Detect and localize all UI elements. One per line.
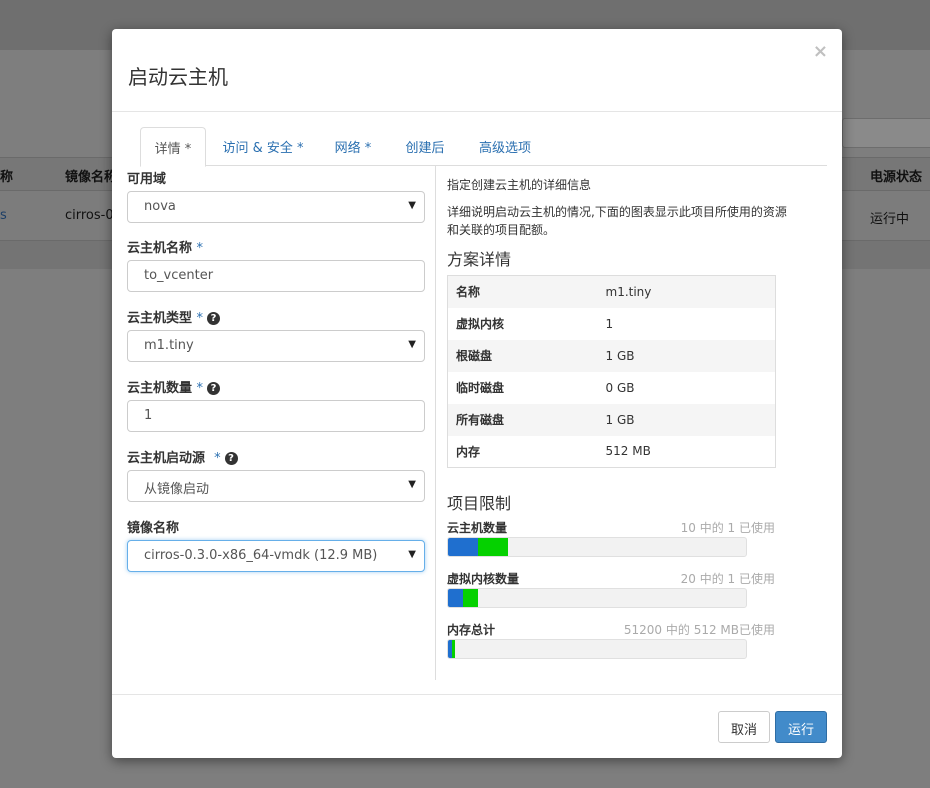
required-marker: *: [196, 311, 204, 326]
chevron-down-icon: ▼: [408, 549, 416, 560]
project-limits-title: 项目限制: [447, 494, 512, 513]
background-col-image: 镜像名称: [65, 170, 118, 185]
image-name-select[interactable]: cirros-0.3.0-x86_64-vmdk (12.9 MB) ▼: [127, 540, 425, 572]
quota-bar: [447, 588, 747, 608]
flavor-value: 1 GB: [605, 348, 635, 363]
required-marker: *: [196, 381, 204, 396]
flavor-value: 0 GB: [605, 380, 635, 395]
modal-header: 启动云主机 ×: [112, 29, 842, 112]
flavor-key: 根磁盘: [456, 349, 493, 363]
modal-footer: 取消 运行: [112, 694, 842, 758]
close-icon[interactable]: ×: [813, 41, 828, 62]
quota-added-fill: [463, 589, 478, 607]
background-cell-name: s: [0, 208, 7, 223]
quota-bar: [447, 639, 747, 659]
chevron-down-icon: ▼: [408, 479, 416, 490]
availability-zone-select[interactable]: nova ▼: [127, 191, 425, 223]
flavor-select[interactable]: m1.tiny ▼: [127, 330, 425, 362]
question-icon[interactable]: ?: [207, 382, 221, 395]
question-icon[interactable]: ?: [224, 452, 238, 465]
tab-access-security[interactable]: 访问 & 安全 *: [220, 127, 306, 167]
required-marker: *: [196, 241, 204, 256]
quota-usage: 20 中的 1 已使用: [680, 572, 775, 586]
boot-source-label: 云主机启动源 *?: [127, 447, 238, 466]
table-row: 名称 m1.tiny: [447, 275, 776, 308]
tab-details[interactable]: 详情 *: [140, 127, 206, 167]
launch-instance-modal: 启动云主机 × 详情 * 访问 & 安全 * 网络 * 创建后 高级选项 可用域…: [112, 29, 842, 758]
details-heading: 指定创建云主机的详细信息: [447, 178, 592, 192]
tab-post-creation[interactable]: 创建后: [402, 127, 448, 167]
tab-advanced-options[interactable]: 高级选项: [476, 127, 534, 167]
table-row: 所有磁盘 1 GB: [447, 403, 776, 436]
quota-added-fill: [452, 640, 455, 658]
image-name-label: 镜像名称: [127, 521, 180, 536]
instance-name-value: to_vcenter: [144, 268, 214, 283]
quota-label: 云主机数量: [447, 521, 508, 535]
table-row: 根磁盘 1 GB: [447, 339, 776, 372]
background-filter-input: [842, 118, 930, 148]
availability-zone-value: nova: [144, 199, 176, 214]
background-cell-power: 运行中: [870, 212, 910, 227]
details-description: 详细说明启动云主机的情况,下面的图表显示此项目所使用的资源和关联的项目配额。: [447, 205, 787, 237]
flavor-value: 1 GB: [605, 412, 635, 427]
quota-usage: 10 中的 1 已使用: [680, 521, 775, 535]
table-row: 内存 512 MB: [448, 436, 776, 468]
tab-networking[interactable]: 网络 *: [330, 127, 376, 167]
flavor-key: 名称: [456, 285, 481, 300]
flavor-key: 内存: [456, 444, 481, 459]
flavor-value: 512 MB: [605, 444, 651, 459]
quota-usage: 51200 中的 512 MB已使用: [623, 623, 775, 637]
column-divider: [435, 166, 436, 680]
flavor-value: m1.tiny: [605, 284, 652, 299]
boot-source-select[interactable]: 从镜像启动 ▼: [127, 470, 425, 502]
chevron-down-icon: ▼: [408, 200, 416, 211]
required-marker: *: [214, 451, 221, 466]
background-cell-image: cirros-0.: [65, 208, 118, 223]
cancel-button[interactable]: 取消: [718, 711, 770, 743]
tab-bar: 详情 * 访问 & 安全 * 网络 * 创建后 高级选项: [140, 127, 827, 167]
flavor-details-title: 方案详情: [447, 250, 512, 269]
flavor-key: 临时磁盘: [456, 381, 505, 395]
instance-count-label: 云主机数量 *?: [127, 377, 221, 396]
instance-name-input[interactable]: to_vcenter: [127, 260, 425, 292]
flavor-details-table: 名称 m1.tiny 虚拟内核 1 根磁盘 1 GB 临时磁盘 0 GB 所有磁盘 1 G…: [447, 275, 776, 468]
flavor-label: 云主机类型 *?: [127, 307, 221, 326]
modal-title: 启动云主机: [128, 65, 228, 89]
quota-used-fill: [448, 589, 463, 607]
background-col-power: 电源状态: [870, 170, 923, 185]
quota-label: 内存总计: [447, 623, 496, 637]
flavor-key: 虚拟内核: [456, 317, 505, 331]
launch-button[interactable]: 运行: [775, 711, 827, 743]
table-row: 虚拟内核 1: [448, 308, 776, 340]
flavor-value: m1.tiny: [144, 338, 194, 353]
flavor-value: 1: [605, 316, 614, 331]
instance-count-input[interactable]: 1: [127, 400, 425, 432]
instance-count-value: 1: [144, 408, 153, 423]
quota-added-fill: [478, 538, 508, 556]
background-col-name: 称: [0, 170, 14, 185]
quota-used-fill: [448, 538, 478, 556]
flavor-key: 所有磁盘: [456, 413, 505, 427]
quota-bar: [447, 537, 747, 557]
chevron-down-icon: ▼: [408, 339, 416, 350]
instance-name-label: 云主机名称 *: [127, 241, 204, 256]
table-row: 临时磁盘 0 GB: [448, 372, 776, 404]
question-icon[interactable]: ?: [207, 312, 221, 325]
image-name-value: cirros-0.3.0-x86_64-vmdk (12.9 MB): [144, 548, 378, 563]
quota-label: 虚拟内核数量: [447, 572, 520, 586]
availability-zone-label: 可用域: [127, 172, 167, 187]
boot-source-value: 从镜像启动: [144, 482, 210, 497]
